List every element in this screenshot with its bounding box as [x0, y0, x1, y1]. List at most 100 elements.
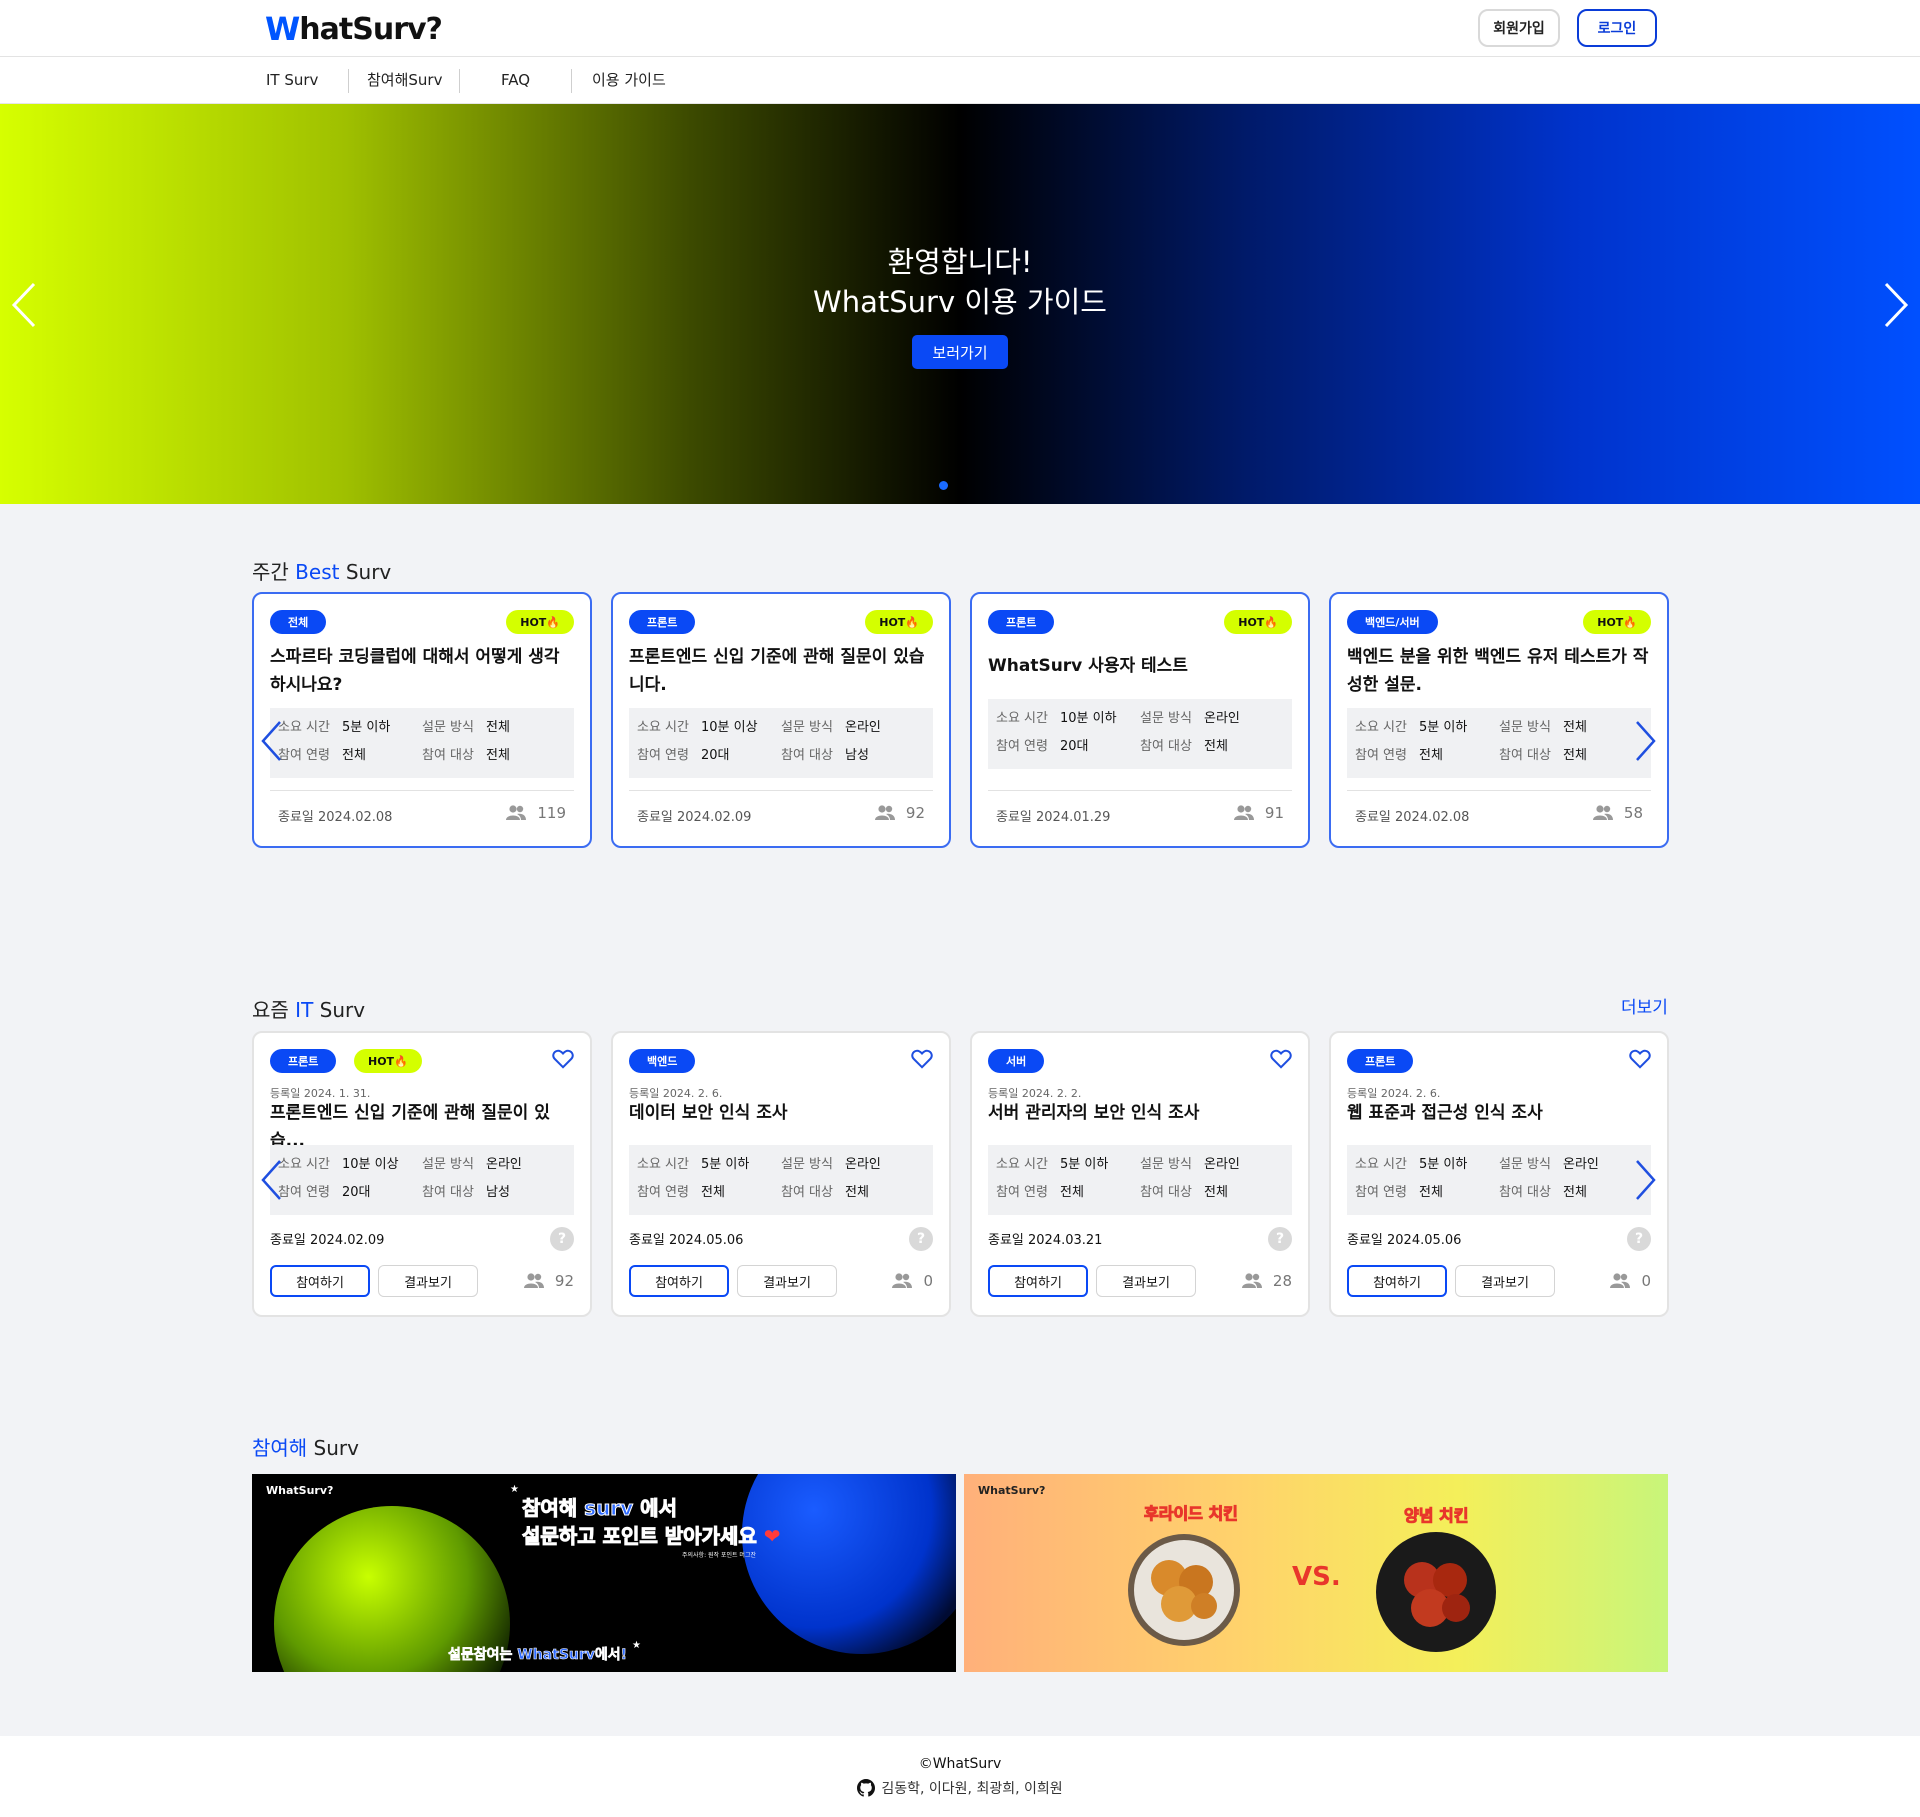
result-button[interactable]: 결과보기 [1455, 1265, 1555, 1297]
whatsurv-logo[interactable]: WhatSurv? [265, 10, 443, 48]
hot-badge: HOT🔥 [865, 610, 933, 634]
hero-next-arrow-icon[interactable] [1882, 282, 1910, 328]
carousel-dot[interactable] [939, 481, 948, 490]
hero-prev-arrow-icon[interactable] [10, 282, 38, 328]
seasoned-chicken-image [1376, 1532, 1496, 1652]
versus-text: VS. [1292, 1562, 1341, 1592]
next-arrow-icon[interactable] [1635, 1159, 1657, 1201]
nav-join-surv[interactable]: 참여해Surv [367, 57, 442, 104]
nav-faq[interactable]: FAQ [501, 57, 530, 104]
login-button[interactable]: 로그인 [1577, 9, 1657, 47]
count-value: 91 [1264, 804, 1284, 822]
help-icon[interactable]: ? [909, 1227, 933, 1251]
participant-count: 119 [505, 804, 566, 822]
nav-guide[interactable]: 이용 가이드 [592, 57, 666, 104]
logo-mark: W [265, 10, 300, 48]
result-button[interactable]: 결과보기 [737, 1265, 837, 1297]
category-tag: 프론트 [1347, 1049, 1414, 1073]
signup-button[interactable]: 회원가입 [1478, 9, 1560, 47]
category-tag: 프론트 [629, 610, 696, 634]
it-survey-card[interactable]: 프론트 HOT🔥 등록일 2024. 1. 31. 프론트엔드 신입 기준에 관… [252, 1031, 592, 1317]
prev-arrow-icon[interactable] [260, 720, 282, 762]
best-survey-card[interactable]: 프론트 HOT🔥 WhatSurv 사용자 테스트 소요 시간 10분 이하 설문 … [970, 592, 1310, 848]
chicken-vs-banner[interactable]: WhatSurv? 후라이드 치킨 양념 치킨 VS. [964, 1474, 1668, 1672]
fried-chicken-label: 후라이드 치킨 [1144, 1504, 1239, 1524]
participant-count: 0 [1609, 1265, 1651, 1297]
divider [629, 790, 933, 791]
survey-title: 데이터 보안 인식 조사 [629, 1103, 788, 1123]
logo-text: hatSurv? [299, 11, 443, 47]
contributors: 김동학, 이다원, 최광희, 이희원 [0, 1778, 1920, 1798]
prev-arrow-icon[interactable] [260, 1159, 282, 1201]
people-icon [1241, 1273, 1262, 1288]
it-survey-card[interactable]: 백엔드 등록일 2024. 2. 6. 데이터 보안 인식 조사 소요 시간 5분… [611, 1031, 951, 1317]
join-surv-banner[interactable]: WhatSurv? 참여해 surv 에서 설문하고 포인트 받아가세요 ❤ 주… [252, 1474, 956, 1672]
participant-count: 58 [1592, 804, 1643, 822]
heart-icon[interactable] [911, 1049, 933, 1069]
people-icon [523, 1273, 544, 1288]
nav-divider [459, 69, 460, 93]
hot-badge: HOT🔥 [1224, 610, 1292, 634]
best-survey-card[interactable]: 전체 HOT🔥 스파르타 코딩클럽에 대해서 어떻게 생각하시나요? 소요 시간… [252, 592, 592, 848]
banner-logo: WhatSurv? [266, 1484, 334, 1497]
survey-info: 소요 시간 5분 이하 설문 방식 전체 참여 연령 전체 참여 대상 전체 [270, 708, 574, 778]
star-icon: ★ [510, 1484, 519, 1495]
best-surv-heading: 주간 Best Surv [252, 560, 392, 584]
heart-icon[interactable] [1629, 1049, 1651, 1069]
join-button[interactable]: 참여하기 [270, 1265, 370, 1297]
next-arrow-icon[interactable] [1635, 720, 1657, 762]
banner-logo: WhatSurv? [978, 1484, 1046, 1497]
people-icon [1592, 805, 1613, 820]
survey-info: 소요 시간 10분 이상 설문 방식 온라인 참여 연령 20대 참여 대상 남성 [629, 708, 933, 778]
count-value: 0 [1641, 1272, 1651, 1290]
contributor-names: 김동학, 이다원, 최광희, 이희원 [881, 1781, 1063, 1797]
divider [1347, 790, 1651, 791]
hero-line-2: WhatSurv 이용 가이드 [813, 285, 1107, 319]
category-tag: 전체 [270, 610, 327, 634]
heart-icon: ❤ [763, 1524, 781, 1548]
result-button[interactable]: 결과보기 [1096, 1265, 1196, 1297]
count-value: 92 [554, 1272, 574, 1290]
banner-headline: 참여해 surv 에서 설문하고 포인트 받아가세요 ❤ [521, 1496, 781, 1549]
end-date: 종료일 2024.03.21 [988, 1233, 1103, 1248]
fried-chicken-image [1128, 1534, 1240, 1646]
survey-title: 백엔드 분을 위한 백엔드 유저 테스트가 작성한 설문. [1347, 647, 1649, 695]
it-survey-card[interactable]: 서버 등록일 2024. 2. 2. 서버 관리자의 보안 인식 조사 소요 시… [970, 1031, 1310, 1317]
result-button[interactable]: 결과보기 [378, 1265, 478, 1297]
end-date: 종료일 2024.02.09 [637, 810, 752, 825]
it-survey-card[interactable]: 프론트 등록일 2024. 2. 6. 웹 표준과 접근성 인식 조사 소요 시… [1329, 1031, 1669, 1317]
best-survey-card[interactable]: 백엔드/서버 HOT🔥 백엔드 분을 위한 백엔드 유저 테스트가 작성한 설문… [1329, 592, 1669, 848]
best-survey-card[interactable]: 프론트 HOT🔥 프론트엔드 신입 기준에 관해 질문이 있습니다. 소요 시간… [611, 592, 951, 848]
github-icon[interactable] [857, 1779, 876, 1797]
people-icon [506, 805, 527, 820]
it-surv-heading: 요즘 IT Surv [252, 998, 366, 1022]
survey-title: 스파르타 코딩클럽에 대해서 어떻게 생각하시나요? [270, 647, 560, 695]
participant-count: 28 [1241, 1265, 1292, 1297]
participant-count: 92 [523, 1265, 574, 1297]
heart-icon[interactable] [1270, 1049, 1292, 1069]
nav-it-surv[interactable]: IT Surv [266, 57, 318, 104]
category-tag: 프론트 [270, 1049, 337, 1073]
hero-cta-button[interactable]: 보러가기 [912, 335, 1008, 369]
survey-title: 웹 표준과 접근성 인식 조사 [1347, 1103, 1543, 1123]
help-icon[interactable]: ? [1627, 1227, 1651, 1251]
banner-small-note: 주의사항: 원작 포인트 머그잔 [682, 1552, 756, 1559]
divider [270, 790, 574, 791]
help-icon[interactable]: ? [550, 1227, 574, 1251]
survey-info: 소요 시간 5분 이하 설문 방식 온라인 참여 연령 전체 참여 대상 전체 [629, 1145, 933, 1215]
heart-icon[interactable] [552, 1049, 574, 1069]
join-button[interactable]: 참여하기 [1347, 1265, 1447, 1297]
end-date: 종료일 2024.02.08 [1355, 810, 1470, 825]
banner-bottom-text: 설문참여는 WhatSurv에서! [448, 1647, 628, 1664]
join-button[interactable]: 참여하기 [988, 1265, 1088, 1297]
join-button[interactable]: 참여하기 [629, 1265, 729, 1297]
help-icon[interactable]: ? [1268, 1227, 1292, 1251]
end-date: 종료일 2024.01.29 [996, 810, 1111, 825]
join-surv-heading: 참여해 Surv [252, 1436, 359, 1460]
count-value: 119 [537, 804, 566, 822]
star-icon: ★ [632, 1640, 641, 1651]
more-link[interactable]: 더보기 [1621, 993, 1668, 1018]
survey-title: WhatSurv 사용자 테스트 [988, 656, 1188, 676]
participant-count: 0 [891, 1265, 933, 1297]
survey-title: 프론트엔드 신입 기준에 관해 질문이 있습니다. [629, 647, 925, 695]
